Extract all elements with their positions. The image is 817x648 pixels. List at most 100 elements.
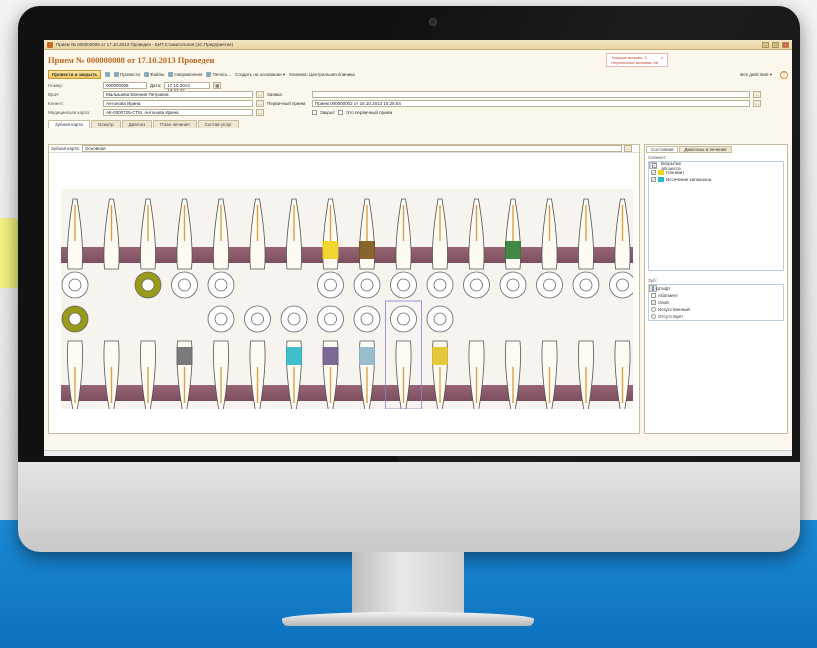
state-checkbox[interactable] xyxy=(652,286,654,291)
lower-tooth[interactable] xyxy=(541,340,558,409)
referral-button[interactable]: Направление xyxy=(168,72,202,77)
chart-select-field[interactable]: Основная xyxy=(82,145,623,152)
first-visit-field[interactable]: Прием 000000002 от 16.10.2013 15:25:54 xyxy=(312,100,750,107)
tooth-surface-diagram[interactable] xyxy=(390,305,417,333)
tooth-surface-diagram[interactable] xyxy=(171,271,198,299)
tooth-surface-diagram[interactable] xyxy=(61,271,89,299)
first-visit-select-button[interactable]: … xyxy=(753,100,761,107)
lower-tooth[interactable] xyxy=(103,340,120,409)
post-button[interactable]: Провести xyxy=(114,72,140,77)
date-field[interactable]: 17.10.2013 14:22:47 xyxy=(164,82,211,93)
state-radio[interactable] xyxy=(651,307,656,312)
list-item[interactable]: Штифт xyxy=(649,285,670,292)
create-based-on-button[interactable]: Создать на основании ▾ xyxy=(235,72,285,78)
tooth-surface-diagram[interactable] xyxy=(426,271,454,299)
tooth-surface-diagram[interactable] xyxy=(353,271,381,299)
tooth-surface-diagram[interactable] xyxy=(463,271,490,299)
tooth-surface-diagram[interactable] xyxy=(317,271,344,299)
tab-diagnosis[interactable]: Диагноз xyxy=(121,120,153,128)
tab-treatment-plan[interactable]: План лечения xyxy=(153,120,197,128)
upper-tooth[interactable] xyxy=(541,198,558,270)
tooth-surface-diagram[interactable] xyxy=(499,271,527,299)
upper-tooth[interactable] xyxy=(213,198,229,270)
lower-tooth[interactable] xyxy=(213,340,229,409)
tooth-surface-diagram[interactable] xyxy=(572,271,600,299)
upper-tooth[interactable] xyxy=(249,198,266,270)
lower-tooth[interactable] xyxy=(432,340,448,409)
close-icon[interactable]: × xyxy=(782,41,789,48)
upper-tooth[interactable] xyxy=(359,198,375,270)
tooth-surface-diagram[interactable] xyxy=(353,305,381,333)
upper-tooth[interactable] xyxy=(468,198,485,270)
chart-select-button[interactable]: … xyxy=(624,145,633,152)
upper-tooth[interactable] xyxy=(395,198,412,270)
help-icon[interactable]: ? xyxy=(780,70,788,79)
tooth-surface-diagram[interactable] xyxy=(609,271,634,299)
tab-dental-chart[interactable]: Зубная карта xyxy=(48,120,90,128)
lower-tooth[interactable] xyxy=(395,340,412,409)
state-radio[interactable] xyxy=(651,314,656,319)
lower-tooth[interactable] xyxy=(286,340,302,409)
client-field[interactable]: Антонова Ирина xyxy=(103,100,253,107)
tooth-surface-diagram[interactable] xyxy=(207,305,235,333)
notification-close-icon[interactable]: x xyxy=(661,55,663,60)
tooth-surface-diagram[interactable] xyxy=(317,305,344,333)
segment-checkbox[interactable]: ✓ xyxy=(652,163,657,168)
upper-tooth[interactable] xyxy=(614,198,631,270)
upper-tooth[interactable] xyxy=(505,198,521,270)
lower-tooth[interactable] xyxy=(468,340,485,409)
lower-tooth[interactable] xyxy=(249,340,266,409)
lower-tooth[interactable] xyxy=(67,340,83,409)
calendar-icon[interactable]: ▦ xyxy=(213,82,222,89)
lower-tooth[interactable] xyxy=(140,340,156,409)
print-button[interactable]: Печать... xyxy=(206,72,231,77)
tooth-surface-diagram[interactable] xyxy=(134,271,162,299)
tab-examination[interactable]: Осмотр xyxy=(90,120,121,128)
primary-visit-checkbox[interactable] xyxy=(338,110,343,115)
segment-checkbox[interactable]: ✓ xyxy=(651,170,656,175)
upper-tooth[interactable] xyxy=(322,198,339,270)
all-actions-menu[interactable]: Все действия ▾ xyxy=(740,72,772,78)
list-item[interactable]: ✓ Свой xyxy=(649,299,783,306)
lower-tooth[interactable] xyxy=(505,340,521,409)
lower-tooth[interactable] xyxy=(322,340,339,409)
minimize-icon[interactable]: – xyxy=(762,41,769,48)
tooth-surface-diagram[interactable] xyxy=(390,271,417,299)
tooth-surface-diagram[interactable] xyxy=(244,305,271,333)
tooth-surface-diagram[interactable] xyxy=(536,271,563,299)
medcard-field[interactable]: АК-0000725-СТМ, Антонова Ирина xyxy=(103,109,253,116)
tooth-surface-diagram[interactable] xyxy=(426,305,454,333)
doctor-select-button[interactable]: … xyxy=(256,91,264,98)
lower-tooth[interactable] xyxy=(176,340,193,409)
lower-tooth[interactable] xyxy=(578,340,594,409)
order-field[interactable] xyxy=(312,91,750,98)
lower-tooth[interactable] xyxy=(359,340,375,409)
doctor-field[interactable]: Малышева Евгения Петровна xyxy=(103,91,253,98)
number-field[interactable]: 000000008 xyxy=(103,82,147,89)
closed-checkbox[interactable] xyxy=(312,110,317,115)
upper-tooth[interactable] xyxy=(578,198,594,270)
call-notification[interactable]: x Текущие вызовы: 3 Неуспешных вызовов: … xyxy=(606,53,668,67)
order-select-button[interactable]: … xyxy=(753,91,761,98)
maximize-icon[interactable]: □ xyxy=(772,41,779,48)
tooth-surface-diagram[interactable] xyxy=(207,271,235,299)
tooth-surface-diagram[interactable] xyxy=(280,305,308,333)
dental-chart[interactable] xyxy=(61,189,633,409)
upper-tooth[interactable] xyxy=(67,198,83,270)
save-icon[interactable] xyxy=(105,72,111,77)
upper-tooth[interactable] xyxy=(176,198,193,270)
upper-tooth[interactable] xyxy=(432,198,448,270)
upper-tooth[interactable] xyxy=(286,198,302,270)
list-item[interactable]: ✓ Гингивит xyxy=(649,169,783,176)
list-item[interactable]: Искусственный xyxy=(649,306,783,313)
tab-states[interactable]: Состояния xyxy=(646,146,679,153)
client-select-button[interactable]: … xyxy=(256,100,264,107)
lower-tooth[interactable] xyxy=(614,340,631,409)
files-button[interactable]: Файлы xyxy=(144,72,164,77)
state-checkbox[interactable] xyxy=(651,293,656,298)
tab-services[interactable]: Состав услуг xyxy=(197,120,239,128)
list-item[interactable]: Абатмент xyxy=(649,292,783,299)
list-item[interactable]: ✓ Вскрытие абсцесса xyxy=(649,161,681,171)
list-item[interactable]: Отсутствует xyxy=(649,313,783,320)
tooth-surface-diagram[interactable] xyxy=(61,305,89,333)
